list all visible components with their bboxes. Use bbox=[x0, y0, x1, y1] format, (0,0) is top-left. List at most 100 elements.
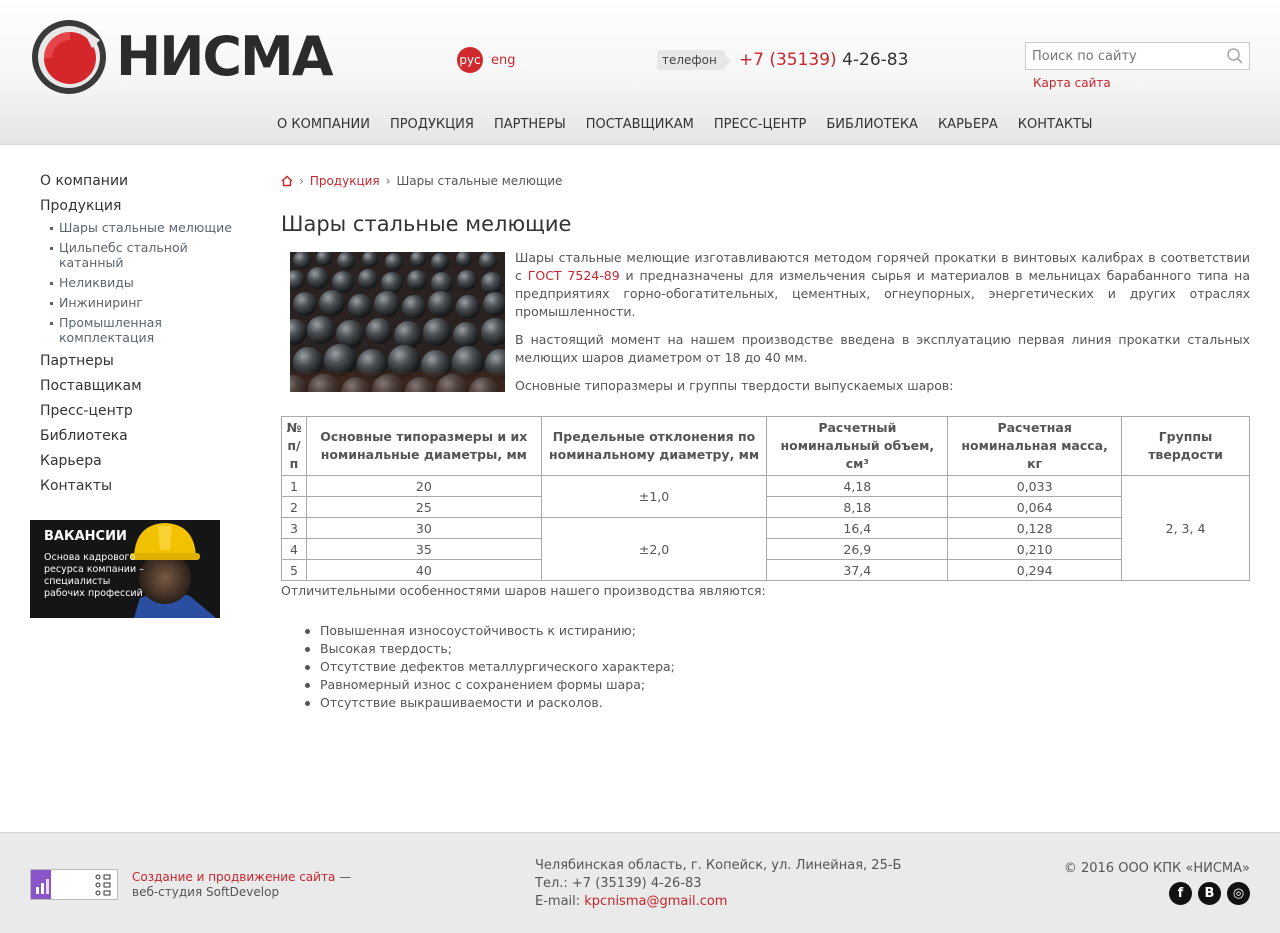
nav-partners[interactable]: ПАРТНЕРЫ bbox=[494, 117, 566, 132]
features-list: Повышенная износоустойчивость к истирани… bbox=[305, 622, 675, 712]
sidebar-item-about[interactable]: О компании bbox=[40, 173, 240, 189]
facebook-icon[interactable]: f bbox=[1169, 882, 1192, 905]
search-box bbox=[1025, 42, 1250, 70]
nav-press[interactable]: ПРЕСС-ЦЕНТР bbox=[714, 117, 807, 132]
developer-link[interactable]: Создание и продвижение сайта bbox=[132, 870, 335, 884]
sidebar-item-suppliers[interactable]: Поставщикам bbox=[40, 378, 240, 394]
vacancy-title: ВАКАНСИИ bbox=[44, 529, 127, 544]
spec-table: № п/п Основные типоразмеры и их номиналь… bbox=[281, 416, 1250, 581]
cell-mass: 0,210 bbox=[947, 538, 1123, 560]
lang-ru-button[interactable]: рус bbox=[457, 47, 483, 73]
cell-mass: 0,294 bbox=[947, 559, 1123, 581]
list-item: Отсутствие выкрашиваемости и расколов. bbox=[305, 694, 675, 712]
nav-career[interactable]: КАРЬЕРА bbox=[938, 117, 998, 132]
email-label: E-mail: bbox=[535, 894, 585, 909]
cell-volume: 37,4 bbox=[766, 559, 949, 581]
sidebar-item-library[interactable]: Библиотека bbox=[40, 428, 240, 444]
col-header-tolerance: Предельные отклонения по номинальному ди… bbox=[540, 416, 768, 476]
language-switcher: рус eng bbox=[457, 47, 516, 73]
breadcrumb-products[interactable]: Продукция bbox=[310, 174, 380, 188]
sitemap-link[interactable]: Карта сайта bbox=[1033, 76, 1111, 90]
logo-text: НИСМА bbox=[116, 25, 334, 88]
intro-paragraph-1: Шары стальные мелющие изготавливаются ме… bbox=[515, 249, 1250, 321]
nav-contacts[interactable]: КОНТАКТЫ bbox=[1018, 117, 1093, 132]
cell-diameter: 20 bbox=[305, 475, 542, 497]
gost-link[interactable]: ГОСТ 7524-89 bbox=[528, 268, 620, 283]
home-icon[interactable] bbox=[281, 175, 293, 187]
sidebar-submenu: Шары стальные мелющие Цильпебс стальной … bbox=[50, 220, 240, 345]
cell-diameter: 25 bbox=[305, 496, 542, 518]
cell-number: 2 bbox=[281, 496, 307, 518]
table-row: 1 20 ±1,0 4,18 0,033 2, 3, 4 bbox=[281, 475, 1250, 581]
table-row: 3 30 ±2,0 16,4 0,128 bbox=[281, 517, 1250, 581]
email-link[interactable]: kpcnisma@gmail.com bbox=[584, 894, 727, 909]
features-intro: Отличительными особенностями шаров нашег… bbox=[281, 583, 766, 598]
footer-address: Челябинская область, г. Копейск, ул. Лин… bbox=[535, 858, 902, 873]
sidebar-item-press[interactable]: Пресс-центр bbox=[40, 403, 240, 419]
sidebar-subitem-illiquid[interactable]: Неликвиды bbox=[50, 275, 240, 290]
instagram-icon[interactable]: ◎ bbox=[1227, 882, 1250, 905]
cell-mass: 0,128 bbox=[947, 517, 1123, 539]
cell-hardness: 2, 3, 4 bbox=[1121, 475, 1250, 581]
sidebar-item-career[interactable]: Карьера bbox=[40, 453, 240, 469]
breadcrumb-separator: › bbox=[299, 174, 304, 188]
intro-paragraph-2: В настоящий момент на нашем производстве… bbox=[515, 332, 1250, 365]
list-item: Повышенная износоустойчивость к истирани… bbox=[305, 622, 675, 640]
vk-icon[interactable]: B bbox=[1198, 882, 1221, 905]
nav-suppliers[interactable]: ПОСТАВЩИКАМ bbox=[586, 117, 694, 132]
breadcrumb: › Продукция › Шары стальные мелющие bbox=[281, 170, 1250, 192]
cell-volume: 26,9 bbox=[766, 538, 949, 560]
sidebar-item-contacts[interactable]: Контакты bbox=[40, 478, 240, 494]
developer-credit: Создание и продвижение сайта — веб-студи… bbox=[132, 870, 351, 900]
cell-tolerance: ±1,0 bbox=[540, 475, 768, 518]
col-header-number: № п/п bbox=[281, 416, 307, 476]
phone-code: +7 (35139) bbox=[738, 50, 837, 70]
list-item: Отсутствие дефектов металлургического ха… bbox=[305, 659, 675, 674]
nav-library[interactable]: БИБЛИОТЕКА bbox=[826, 117, 918, 132]
col-header-volume: Расчетный номинальный объем, см³ bbox=[766, 416, 949, 476]
sidebar-subitem-industrial[interactable]: Промышленная комплектация bbox=[50, 315, 240, 345]
vacancy-text: Основа кадрового ресурса компании – спец… bbox=[44, 552, 144, 599]
main-nav: О КОМПАНИИ ПРОДУКЦИЯ ПАРТНЕРЫ ПОСТАВЩИКА… bbox=[277, 117, 1113, 132]
cell-volume: 8,18 bbox=[766, 496, 949, 518]
developer-studio: веб-студия SoftDevelop bbox=[132, 885, 280, 899]
sidebar-item-products[interactable]: Продукция bbox=[40, 198, 240, 214]
cell-number: 1 bbox=[281, 475, 307, 497]
col-header-size: Основные типоразмеры и их номинальные ди… bbox=[305, 416, 542, 476]
sidebar-subitem-balls[interactable]: Шары стальные мелющие bbox=[50, 220, 240, 235]
sidebar-subitem-cylpebs[interactable]: Цильпебс стальной катанный bbox=[50, 240, 240, 270]
nav-products[interactable]: ПРОДУКЦИЯ bbox=[390, 117, 474, 132]
breadcrumb-current: Шары стальные мелющие bbox=[396, 174, 563, 188]
main-content: › Продукция › Шары стальные мелющие Шары… bbox=[281, 170, 1250, 394]
cell-mass: 0,064 bbox=[947, 496, 1123, 518]
counter-badge[interactable] bbox=[30, 869, 118, 900]
cell-mass: 0,033 bbox=[947, 475, 1123, 497]
nav-about[interactable]: О КОМПАНИИ bbox=[277, 117, 370, 132]
logo[interactable]: НИСМА bbox=[30, 18, 334, 96]
search-icon[interactable] bbox=[1226, 47, 1244, 65]
developer-dash: — bbox=[335, 870, 352, 884]
lang-en-link[interactable]: eng bbox=[491, 53, 516, 68]
phone-label: телефон bbox=[657, 50, 731, 70]
list-item: Равномерный износ с сохранением формы ша… bbox=[305, 676, 675, 694]
page-title: Шары стальные мелющие bbox=[281, 212, 572, 236]
product-intro: Шары стальные мелющие изготавливаются ме… bbox=[281, 249, 1250, 394]
counter-icon bbox=[31, 870, 111, 899]
cell-diameter: 35 bbox=[305, 538, 542, 560]
cell-volume: 4,18 bbox=[766, 475, 949, 497]
social-links: f B ◎ bbox=[1169, 882, 1250, 905]
header-phone: телефон +7 (35139) 4-26-83 bbox=[657, 50, 908, 70]
sidebar-subitem-engineering[interactable]: Инжиниринг bbox=[50, 295, 240, 310]
col-header-mass: Расчетная номинальная масса, кг bbox=[947, 416, 1123, 476]
sidebar-item-partners[interactable]: Партнеры bbox=[40, 353, 240, 369]
cell-diameter: 40 bbox=[305, 559, 542, 581]
footer-contacts: Челябинская область, г. Копейск, ул. Лин… bbox=[535, 857, 901, 911]
search-input[interactable] bbox=[1026, 43, 1216, 69]
logo-mark-icon bbox=[32, 20, 106, 94]
vacancy-banner[interactable]: ВАКАНСИИ Основа кадрового ресурса компан… bbox=[30, 520, 220, 618]
site-header: НИСМА рус eng телефон +7 (35139) 4-26-83… bbox=[0, 0, 1280, 145]
cell-number: 3 bbox=[281, 517, 307, 539]
copyright: © 2016 ООО КПК «НИСМА» bbox=[1063, 861, 1250, 876]
footer-email: E-mail: kpcnisma@gmail.com bbox=[535, 893, 901, 911]
cell-number: 4 bbox=[281, 538, 307, 560]
